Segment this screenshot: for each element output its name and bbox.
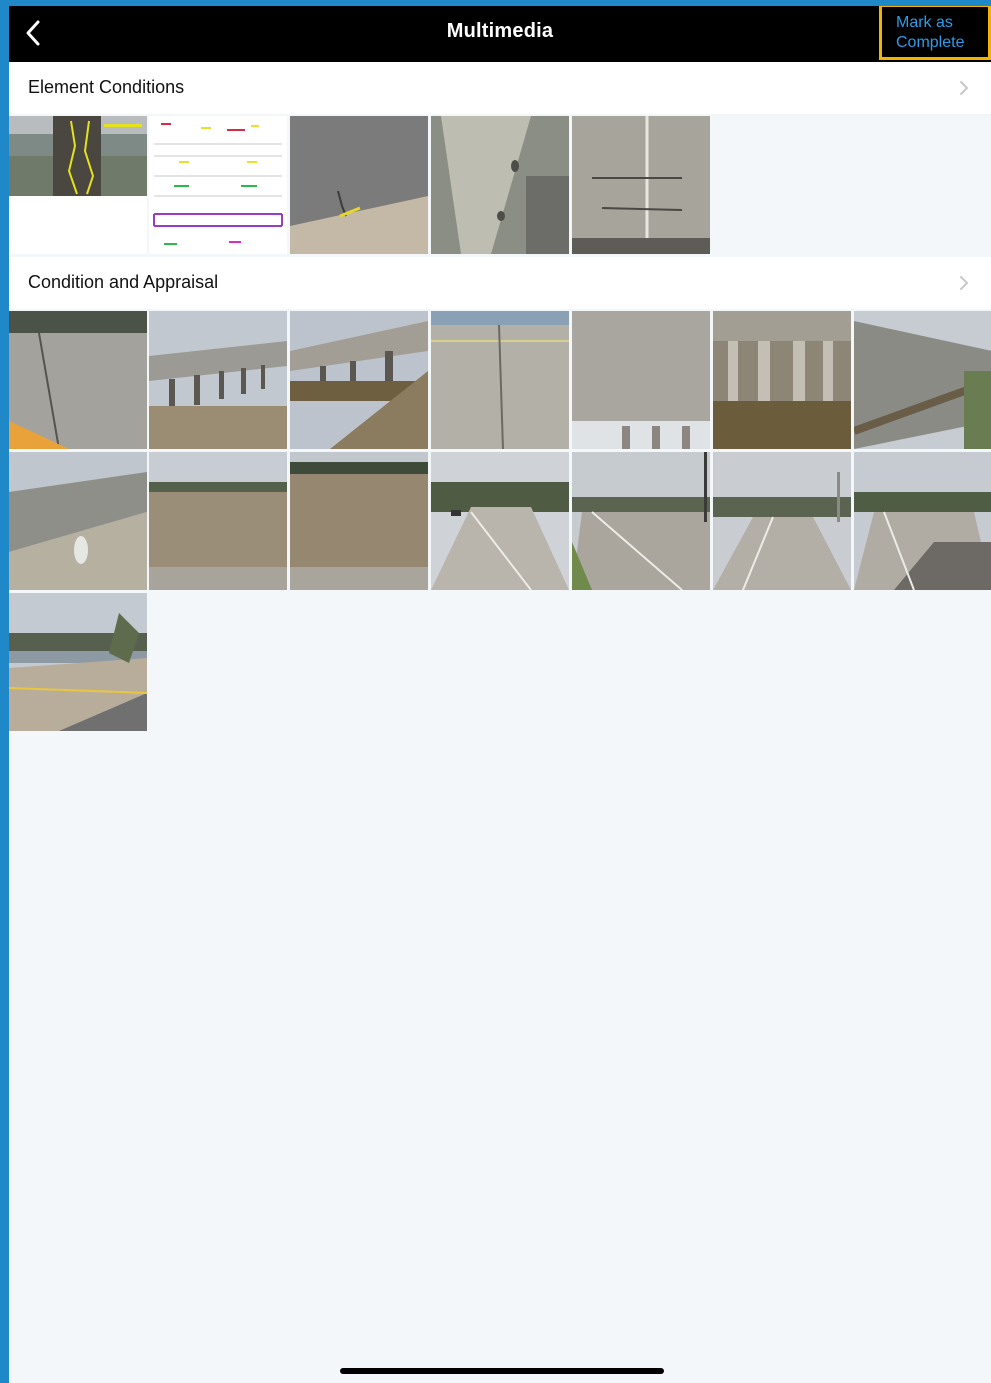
photo-thumbnail[interactable] — [572, 452, 710, 590]
photo-thumbnail[interactable] — [572, 311, 710, 449]
photo-thumbnail[interactable] — [431, 311, 569, 449]
app-screen: Multimedia Mark as Complete Element Cond… — [9, 6, 991, 1383]
home-indicator — [340, 1368, 664, 1374]
photo-thumbnail[interactable] — [290, 116, 428, 254]
photo-thumbnail[interactable] — [9, 116, 147, 254]
page-title: Multimedia — [446, 20, 554, 42]
photo-thumbnail[interactable] — [9, 593, 147, 731]
photo-thumbnail[interactable] — [149, 116, 287, 254]
photo-thumbnail[interactable] — [9, 311, 147, 449]
photo-thumbnail[interactable] — [431, 116, 569, 254]
section-header-condition-and-appraisal[interactable]: Condition and Appraisal — [9, 257, 991, 309]
navigation-bar: Multimedia Mark as Complete — [9, 6, 991, 62]
mark-as-complete-label-line2: Complete — [896, 34, 965, 51]
chevron-right-icon — [960, 276, 968, 290]
photo-thumbnail[interactable] — [713, 452, 851, 590]
photo-thumbnail[interactable] — [854, 311, 991, 449]
section-header-element-conditions[interactable]: Element Conditions — [9, 62, 991, 114]
chevron-right-icon — [960, 81, 968, 95]
mark-as-complete-button[interactable]: Mark as Complete — [879, 6, 991, 60]
photo-thumbnail[interactable] — [713, 311, 851, 449]
photo-thumbnail[interactable] — [9, 452, 147, 590]
section-title: Element Conditions — [28, 77, 185, 97]
photo-thumbnail[interactable] — [290, 311, 428, 449]
photo-thumbnail[interactable] — [854, 452, 991, 590]
photo-thumbnail[interactable] — [149, 452, 287, 590]
photo-thumbnail[interactable] — [572, 116, 710, 254]
photo-thumbnail[interactable] — [149, 311, 287, 449]
photo-thumbnail[interactable] — [290, 452, 428, 590]
section-title: Condition and Appraisal — [28, 272, 219, 292]
mark-as-complete-label-line1: Mark as — [896, 14, 953, 31]
photo-thumbnail[interactable] — [431, 452, 569, 590]
